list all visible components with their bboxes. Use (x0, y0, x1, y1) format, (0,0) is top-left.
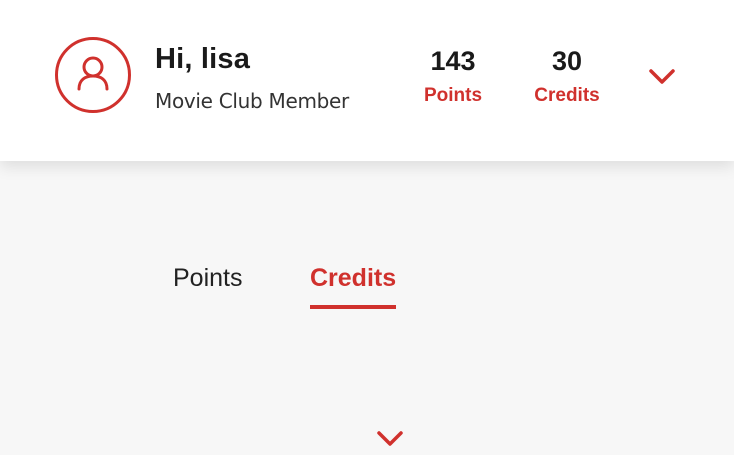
membership-status: Movie Club Member (155, 89, 349, 113)
credits-label: Credits (534, 85, 600, 106)
points-value: 143 (430, 46, 476, 76)
expand-content-button[interactable] (375, 430, 405, 450)
credits-stat[interactable]: 30 Credits (512, 44, 622, 108)
tab-points[interactable]: Points (173, 264, 242, 305)
credits-value: 30 (551, 46, 583, 76)
points-label: Points (423, 85, 483, 106)
chevron-down-icon (377, 431, 403, 446)
points-stat[interactable]: 143 Points (398, 44, 508, 108)
account-header: Hi, lisa Movie Club Member 143 Points 30… (0, 0, 734, 161)
expand-account-button[interactable] (647, 66, 677, 88)
chevron-down-icon (649, 69, 675, 84)
avatar[interactable] (55, 37, 131, 113)
user-greeting: Hi, lisa (155, 43, 251, 75)
user-icon (77, 56, 109, 91)
tab-credits[interactable]: Credits (310, 264, 397, 309)
